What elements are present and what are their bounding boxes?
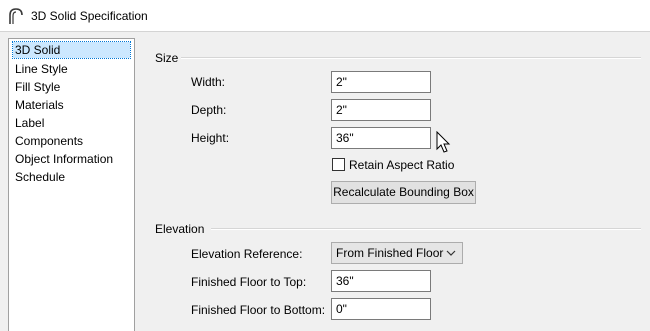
sidebar: 3D Solid Line Style Fill Style Materials… [8,38,135,331]
size-separator [181,57,641,59]
mouse-cursor-icon [436,131,451,153]
title-bar: 3D Solid Specification [0,0,650,32]
height-label: Height: [191,131,230,145]
depth-label: Depth: [191,103,227,117]
size-heading: Size [155,51,179,65]
elevation-reference-value: From Finished Floor [336,246,444,260]
finished-floor-to-bottom-label: Finished Floor to Bottom: [191,303,326,317]
sidebar-item-line-style[interactable]: Line Style [13,61,70,77]
finished-floor-to-bottom-field[interactable] [331,298,431,320]
sidebar-item-label[interactable]: Label [13,115,46,131]
chevron-down-icon [446,250,456,256]
sidebar-item-fill-style[interactable]: Fill Style [13,79,62,95]
retain-aspect-ratio-checkbox[interactable] [332,158,345,171]
elevation-reference-select[interactable]: From Finished Floor [331,242,463,264]
sidebar-item-3d-solid[interactable]: 3D Solid [12,41,131,59]
elevation-separator [211,228,641,230]
width-label: Width: [191,75,226,89]
finished-floor-to-top-field[interactable] [331,270,431,292]
sidebar-item-materials[interactable]: Materials [13,97,66,113]
sidebar-item-schedule[interactable]: Schedule [13,169,67,185]
sidebar-item-object-information[interactable]: Object Information [13,151,115,167]
elevation-heading: Elevation [155,222,205,236]
arch-icon [9,8,23,24]
retain-aspect-ratio-label[interactable]: Retain Aspect Ratio [349,158,454,172]
window-title: 3D Solid Specification [31,9,148,23]
elevation-reference-label: Elevation Reference: [191,247,303,261]
recalculate-bounding-box-button[interactable]: Recalculate Bounding Box [331,181,476,204]
height-field[interactable] [331,127,431,149]
sidebar-item-components[interactable]: Components [13,133,85,149]
width-field[interactable] [331,71,431,93]
depth-field[interactable] [331,99,431,121]
finished-floor-to-top-label: Finished Floor to Top: [191,275,307,289]
